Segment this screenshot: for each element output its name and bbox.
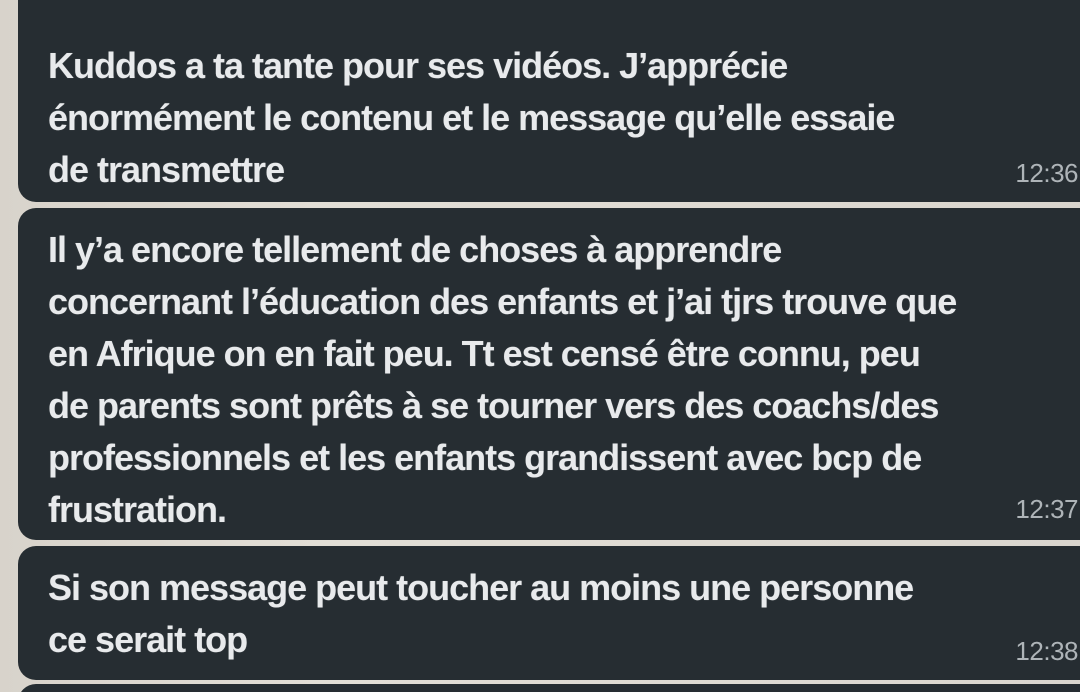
- message-bubble[interactable]: Si son message peut toucher au moins une…: [18, 546, 1080, 680]
- message-timestamp: 12:38: [1015, 636, 1078, 666]
- message-timestamp: 12:36: [1015, 158, 1078, 188]
- message-text: Si son message peut toucher au moins une…: [48, 567, 914, 660]
- chat-panel[interactable]: Kuddos a ta tante pour ses vidéos. J’app…: [0, 0, 1080, 692]
- message-timestamp: 12:37: [1015, 494, 1078, 524]
- message-text: Kuddos a ta tante pour ses vidéos. J’app…: [48, 45, 895, 190]
- message-text: Il y’a encore tellement de choses à appr…: [48, 229, 957, 530]
- message-bubble[interactable]: Il y’a encore tellement de choses à appr…: [18, 208, 1080, 540]
- message-bubble[interactable]: Kuddos a ta tante pour ses vidéos. J’app…: [18, 0, 1080, 202]
- message-bubble-partial[interactable]: [18, 684, 1080, 692]
